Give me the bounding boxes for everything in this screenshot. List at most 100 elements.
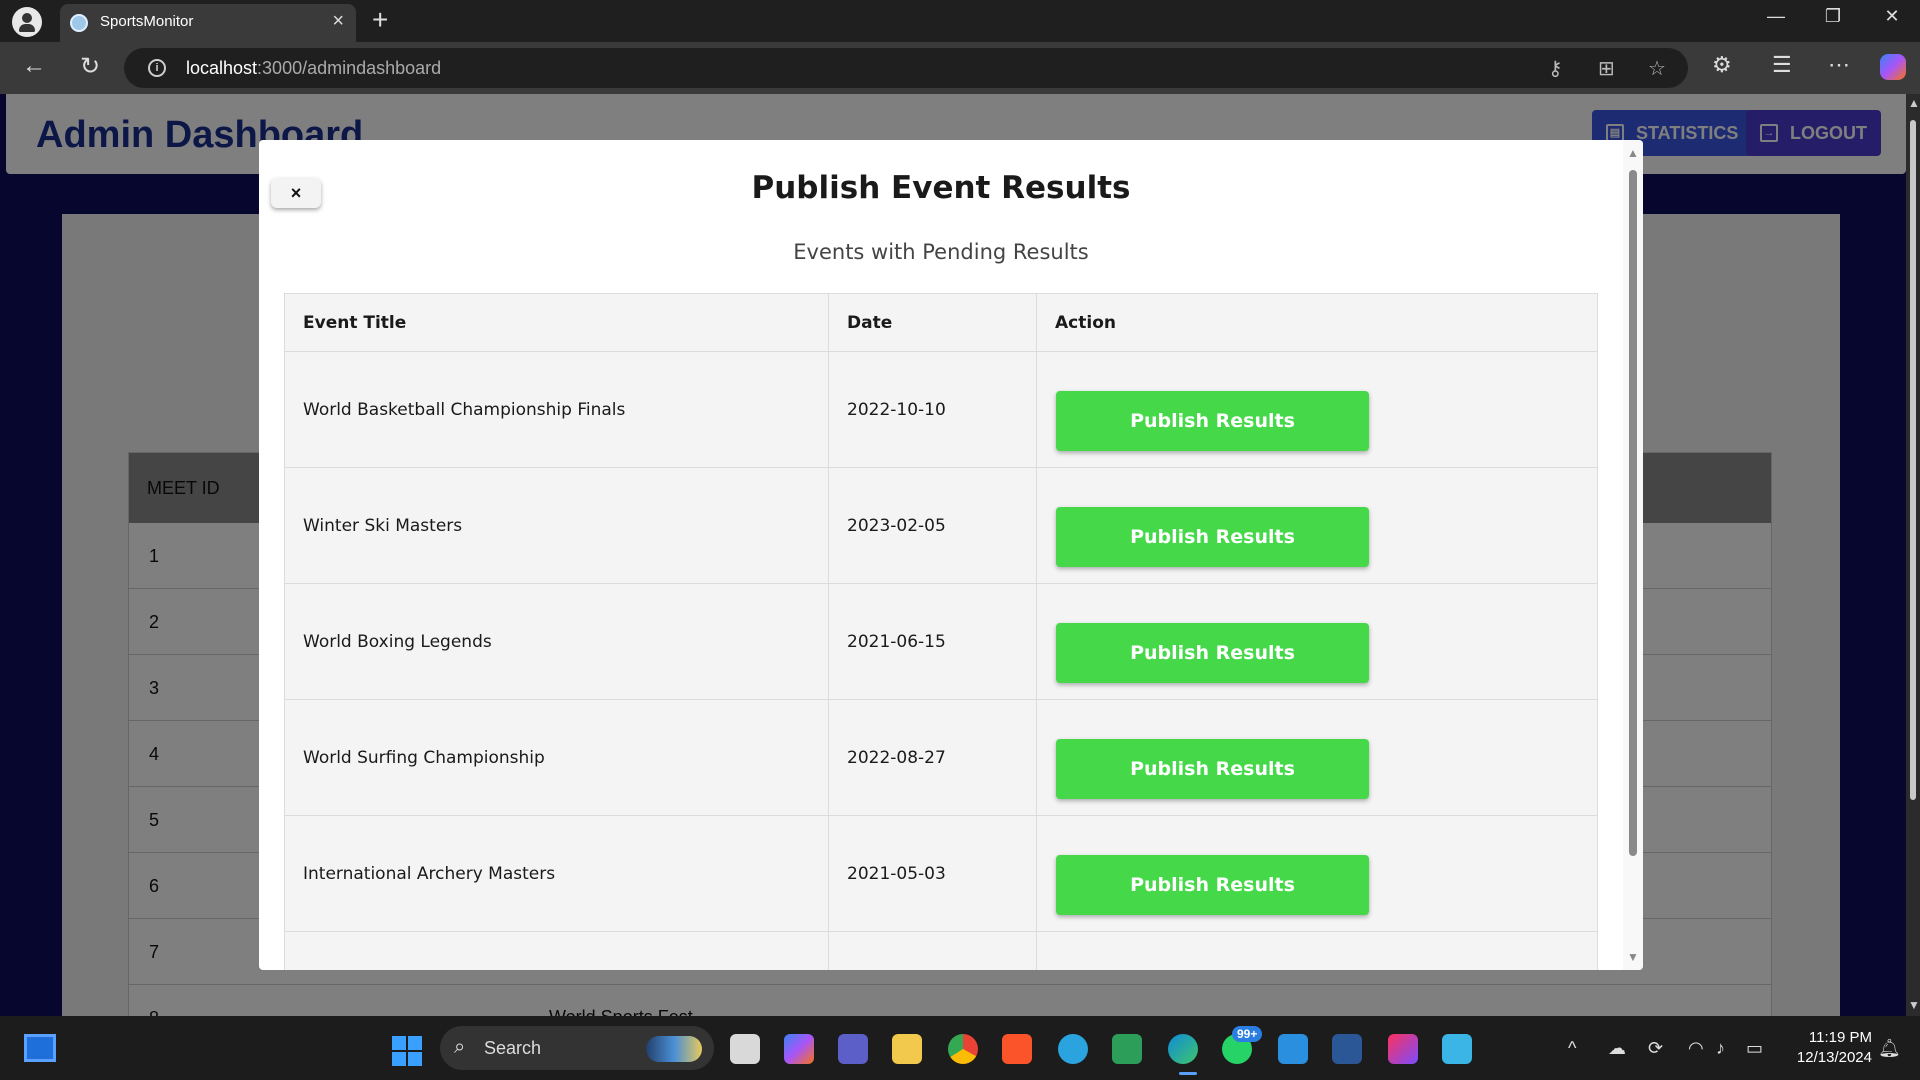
tab-title: SportsMonitor: [100, 13, 194, 30]
minimize-icon[interactable]: —: [1756, 6, 1796, 27]
teams-icon[interactable]: [838, 1034, 868, 1064]
refresh-icon[interactable]: ↻: [74, 52, 106, 81]
vscode-icon[interactable]: [1278, 1034, 1308, 1064]
active-app-indicator: [1179, 1072, 1197, 1075]
widgets-icon[interactable]: [24, 1034, 56, 1062]
scroll-up-icon[interactable]: ▲: [1908, 96, 1920, 110]
browser-tab[interactable]: SportsMonitor ×: [60, 4, 356, 42]
event-action-cell: Publish Results: [1036, 351, 1598, 468]
password-key-icon[interactable]: ⚷: [1548, 56, 1563, 81]
table-row: [284, 931, 1598, 970]
whatsapp-badge: 99+: [1232, 1026, 1263, 1042]
event-date-cell: [828, 931, 1037, 970]
table-header-row: Event Title Date Action: [284, 293, 1598, 352]
url-field[interactable]: i localhost:3000/admindashboard ⚷ ⊞ ☆: [124, 48, 1688, 88]
notifications-icon[interactable]: 🔔︎: [1878, 1038, 1901, 1059]
url-text: localhost:3000/admindashboard: [186, 58, 442, 78]
event-date-cell: 2023-02-05: [828, 467, 1037, 584]
page-scroll-thumb[interactable]: [1910, 120, 1916, 800]
taskbar-search[interactable]: ⌕ Search: [440, 1026, 714, 1070]
favorites-icon[interactable]: ☰: [1772, 52, 1792, 78]
modal-scroll-down-icon[interactable]: ▼: [1627, 950, 1639, 964]
camtasia-icon[interactable]: [1112, 1034, 1142, 1064]
table-row: World Boxing Legends 2021-06-15 Publish …: [284, 583, 1598, 700]
taskbar: ⌕ Search 99+ ^ ☁ ⟳ ◠ ♪ ▭ 11:19 PM 12/13/…: [0, 1016, 1920, 1080]
site-favicon-icon: [70, 14, 88, 32]
page-scrollbar[interactable]: ▲ ▼: [1906, 94, 1920, 1016]
window-close-icon[interactable]: ✕: [1872, 6, 1912, 27]
table-row: World Basketball Championship Finals 202…: [284, 351, 1598, 468]
copilot-icon[interactable]: [1880, 54, 1906, 80]
clock-time: 11:19 PM: [1808, 1029, 1872, 1046]
event-date-cell: 2021-05-03: [828, 815, 1037, 932]
scroll-down-icon[interactable]: ▼: [1908, 998, 1920, 1012]
wifi-icon[interactable]: ◠: [1688, 1038, 1704, 1059]
onedrive-icon[interactable]: ☁: [1608, 1038, 1626, 1059]
event-title-cell: Winter Ski Masters: [284, 467, 829, 584]
restore-icon[interactable]: ❐: [1813, 6, 1853, 27]
task-view-icon[interactable]: [730, 1034, 760, 1064]
publish-results-button[interactable]: Publish Results: [1056, 854, 1369, 915]
sync-icon[interactable]: ⟳: [1648, 1038, 1663, 1059]
chrome-icon[interactable]: [948, 1034, 978, 1064]
back-icon[interactable]: ←: [18, 52, 50, 80]
event-date-cell: 2021-06-15: [828, 583, 1037, 700]
modal-scroll-thumb[interactable]: [1629, 170, 1637, 856]
event-action-cell: Publish Results: [1036, 583, 1598, 700]
edge-icon[interactable]: [1168, 1034, 1198, 1064]
table-row: International Archery Masters 2021-05-03…: [284, 815, 1598, 932]
battery-icon[interactable]: ▭: [1746, 1038, 1763, 1059]
file-explorer-icon[interactable]: [892, 1034, 922, 1064]
favorite-star-icon[interactable]: ☆: [1648, 56, 1666, 81]
publish-results-button[interactable]: Publish Results: [1056, 738, 1369, 799]
event-date-cell: 2022-10-10: [828, 351, 1037, 468]
event-title-cell: World Basketball Championship Finals: [284, 351, 829, 468]
publish-results-button[interactable]: Publish Results: [1056, 506, 1369, 567]
column-header-event-title: Event Title: [284, 293, 829, 352]
telegram-icon[interactable]: [1058, 1034, 1088, 1064]
event-action-cell: [1036, 931, 1598, 970]
address-toolbar: ← ↻ i localhost:3000/admindashboard ⚷ ⊞ …: [0, 42, 1920, 94]
brave-icon[interactable]: [1002, 1034, 1032, 1064]
search-icon: ⌕: [454, 1036, 466, 1058]
start-icon[interactable]: [392, 1036, 422, 1066]
tab-close-icon[interactable]: ×: [332, 10, 344, 33]
event-title-cell: International Archery Masters: [284, 815, 829, 932]
publish-results-button[interactable]: Publish Results: [1056, 390, 1369, 451]
copilot-app-icon[interactable]: [784, 1034, 814, 1064]
column-header-action: Action: [1036, 293, 1598, 352]
column-header-date: Date: [828, 293, 1037, 352]
search-highlight-icon: [646, 1036, 702, 1062]
table-row: World Surfing Championship 2022-08-27 Pu…: [284, 699, 1598, 816]
clock-date: 12/13/2024: [1796, 1049, 1872, 1066]
apps-icon[interactable]: ⊞: [1598, 56, 1615, 81]
table-row: Winter Ski Masters 2023-02-05 Publish Re…: [284, 467, 1598, 584]
event-action-cell: Publish Results: [1036, 699, 1598, 816]
site-info-icon[interactable]: i: [148, 59, 166, 77]
browser-title-bar: SportsMonitor × + — ❐ ✕: [0, 0, 1920, 42]
new-tab-icon[interactable]: +: [372, 4, 388, 36]
extensions-icon[interactable]: ⚙: [1712, 52, 1732, 78]
word-icon[interactable]: [1332, 1034, 1362, 1064]
event-date-cell: 2022-08-27: [828, 699, 1037, 816]
event-action-cell: Publish Results: [1036, 467, 1598, 584]
intellij-icon[interactable]: [1388, 1034, 1418, 1064]
modal-title: Publish Event Results: [751, 170, 1131, 206]
profile-icon[interactable]: [12, 7, 42, 37]
modal-subtitle: Events with Pending Results: [793, 240, 1089, 264]
system-clock[interactable]: 11:19 PM 12/13/2024: [1782, 1028, 1872, 1068]
search-label: Search: [484, 1038, 542, 1058]
modal-scrollbar[interactable]: ▲ ▼: [1623, 140, 1643, 970]
event-title-cell: World Surfing Championship: [284, 699, 829, 816]
pending-events-table: Event Title Date Action World Basketball…: [284, 293, 1598, 970]
event-title-cell: [284, 931, 829, 970]
notepad-icon[interactable]: [1442, 1034, 1472, 1064]
publish-results-modal: × Publish Event Results Events with Pend…: [259, 140, 1643, 970]
publish-results-button[interactable]: Publish Results: [1056, 622, 1369, 683]
event-action-cell: Publish Results: [1036, 815, 1598, 932]
event-title-cell: World Boxing Legends: [284, 583, 829, 700]
volume-icon[interactable]: ♪: [1716, 1038, 1725, 1059]
more-menu-icon[interactable]: ⋯: [1828, 52, 1850, 78]
tray-chevron-icon[interactable]: ^: [1568, 1038, 1576, 1059]
modal-scroll-up-icon[interactable]: ▲: [1627, 146, 1639, 160]
